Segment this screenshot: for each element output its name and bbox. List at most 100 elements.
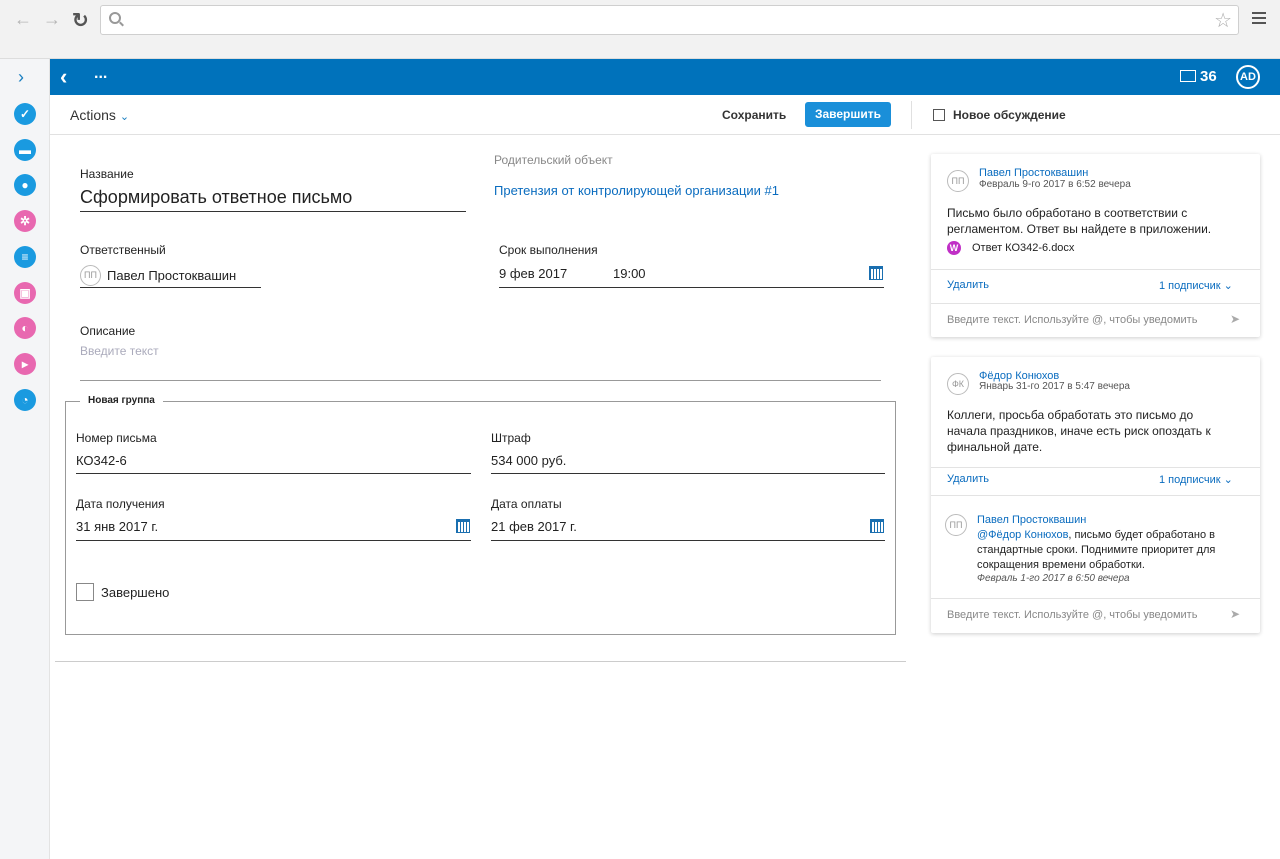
payment-date-field[interactable]: 21 фев 2017 г. <box>491 519 577 534</box>
new-discussion-button[interactable]: Новое обсуждение <box>933 108 1066 122</box>
user-avatar[interactable]: AD <box>1236 65 1260 89</box>
calendar-icon[interactable] <box>869 266 883 280</box>
receipt-date-label: Дата получения <box>76 497 165 511</box>
description-field[interactable]: Введите текст <box>80 344 159 358</box>
app-header: ‹ ... 36 AD <box>50 59 1280 95</box>
payment-date-underline <box>491 540 885 541</box>
completed-label: Завершено <box>101 585 170 600</box>
envelope-icon <box>1180 70 1196 82</box>
subscribers-dropdown[interactable]: 1 подписчик ⌄ <box>1159 473 1233 486</box>
browser-chrome: ← → ↻ ☆ <box>0 0 1280 59</box>
attachment-link[interactable]: Ответ КО342-6.docx <box>972 240 1074 256</box>
actions-label: Actions <box>70 107 116 123</box>
expand-sidebar-icon[interactable]: › <box>18 67 24 88</box>
chevron-down-icon: ⌄ <box>1220 280 1233 292</box>
name-field[interactable]: Сформировать ответное письмо <box>80 187 352 208</box>
save-button[interactable]: Сохранить <box>722 108 786 122</box>
document-icon[interactable]: ≡ <box>14 246 36 268</box>
card-divider <box>931 495 1260 496</box>
address-bar[interactable]: ☆ <box>100 5 1239 35</box>
structure-icon[interactable]: ▣ <box>14 282 36 304</box>
comment-input[interactable]: Введите текст. Используйте @, чтобы увед… <box>947 314 1197 326</box>
card-divider <box>931 467 1260 468</box>
avatar: ФК <box>947 373 969 395</box>
word-document-icon: W <box>947 241 961 255</box>
mail-counter[interactable]: 36 <box>1180 68 1217 85</box>
receipt-date-field[interactable]: 31 янв 2017 г. <box>76 519 158 534</box>
responsible-field[interactable]: Павел Простоквашин <box>107 268 236 283</box>
parent-link[interactable]: Претензия от контролирующей организации … <box>494 183 779 198</box>
search-icon <box>109 12 121 24</box>
letter-number-field[interactable]: КО342-6 <box>76 453 127 468</box>
comment-author[interactable]: Павел Простоквашин <box>979 167 1088 179</box>
comment-input[interactable]: Введите текст. Используйте @, чтобы увед… <box>947 609 1197 621</box>
deadline-underline <box>499 287 884 288</box>
toolbar: Actions ⌄ Сохранить Завершить Новое обсуж… <box>50 95 1280 135</box>
calendar-icon[interactable] <box>456 519 470 533</box>
comment-text-line: регламентом. Ответ вы найдете в приложен… <box>947 222 1212 236</box>
dashboard-icon[interactable]: ◐ <box>14 317 36 339</box>
mention-link[interactable]: @Фёдор Конюхов <box>977 529 1068 541</box>
fine-field[interactable]: 534 000 руб. <box>491 453 566 468</box>
reply-date: Февраль 1-го 2017 в 6:50 вечера <box>977 573 1130 584</box>
comment-text-line: Письмо было обработано в соответствии с <box>947 206 1188 220</box>
breadcrumb-more[interactable]: ... <box>94 65 107 83</box>
comment-card: ПП Павел Простоквашин Февраль 9-го 2017 … <box>931 154 1260 337</box>
deadline-label: Срок выполнения <box>499 243 598 257</box>
comment-date: Январь 31-го 2017 в 5:47 вечера <box>979 381 1130 392</box>
deadline-date-field[interactable]: 9 фев 2017 <box>499 266 567 281</box>
receipt-date-underline <box>76 540 471 541</box>
new-discussion-label: Новое обсуждение <box>953 108 1066 122</box>
toolbar-divider <box>911 101 912 129</box>
reply-text-line: стандартные сроки. Поднимите приоритет д… <box>977 544 1216 556</box>
subscribers-label: 1 подписчик <box>1159 280 1221 292</box>
comment-card: ФК Фёдор Конюхов Январь 31-го 2017 в 5:4… <box>931 357 1260 633</box>
deadline-time-field[interactable]: 19:00 <box>613 266 646 281</box>
comment-text-line: Коллеги, просьба обработать это письмо д… <box>947 408 1194 422</box>
calendar-icon[interactable] <box>870 519 884 533</box>
back-arrow-icon[interactable]: ← <box>14 9 32 30</box>
process-icon[interactable]: ▸ <box>14 353 36 375</box>
edit-icon <box>933 109 945 121</box>
actions-dropdown[interactable]: Actions ⌄ <box>70 107 129 123</box>
browser-menu-icon[interactable] <box>1252 12 1266 27</box>
report-icon[interactable]: ◔ <box>14 389 36 411</box>
finish-button[interactable]: Завершить <box>805 102 891 127</box>
comment-date: Февраль 9-го 2017 в 6:52 вечера <box>979 179 1131 190</box>
name-underline <box>80 211 466 212</box>
reply-text: , письмо будет обработано в <box>1068 529 1216 541</box>
forward-arrow-icon[interactable]: → <box>43 9 61 30</box>
comment-text-line: финальной дате. <box>947 440 1043 454</box>
responsible-avatar: ПП <box>80 265 101 286</box>
user-icon[interactable]: ● <box>14 174 36 196</box>
reply-text-line: @Фёдор Конюхов, письмо будет обработано … <box>977 528 1215 543</box>
chevron-down-icon: ⌄ <box>119 111 130 123</box>
settings-icon[interactable]: ✲ <box>14 210 36 232</box>
bookmark-star-icon[interactable]: ☆ <box>1214 8 1232 33</box>
comment-text-line: начала праздников, иначе есть риск опозд… <box>947 424 1211 438</box>
send-icon[interactable]: ➤ <box>1230 607 1240 621</box>
name-label: Название <box>80 167 134 181</box>
send-icon[interactable]: ➤ <box>1230 312 1240 326</box>
parent-label: Родительский объект <box>494 153 613 167</box>
delete-button[interactable]: Удалить <box>947 279 989 291</box>
mail-count: 36 <box>1200 68 1217 85</box>
delete-button[interactable]: Удалить <box>947 473 989 485</box>
tasks-icon[interactable]: ✓ <box>14 103 36 125</box>
card-divider <box>931 598 1260 599</box>
completed-checkbox[interactable] <box>76 583 94 601</box>
subscribers-dropdown[interactable]: 1 подписчик ⌄ <box>1159 279 1233 292</box>
avatar: ПП <box>945 514 967 536</box>
briefcase-icon[interactable]: ▬ <box>14 139 36 161</box>
back-icon[interactable]: ‹ <box>60 64 67 90</box>
field-group: Новая группа <box>65 395 896 635</box>
card-divider <box>931 269 1260 270</box>
reply-author[interactable]: Павел Простоквашин <box>977 514 1086 526</box>
subscribers-label: 1 подписчик <box>1159 474 1221 486</box>
reply-text-line: сокращения времени обработки. <box>977 559 1145 571</box>
letter-number-label: Номер письма <box>76 431 157 445</box>
app-sidebar: › ✓ ▬ ● ✲ ≡ ▣ ◐ ▸ ◔ <box>0 59 50 859</box>
responsible-label: Ответственный <box>80 243 166 257</box>
reload-icon[interactable]: ↻ <box>72 8 89 33</box>
group-title: Новая группа <box>80 395 163 406</box>
